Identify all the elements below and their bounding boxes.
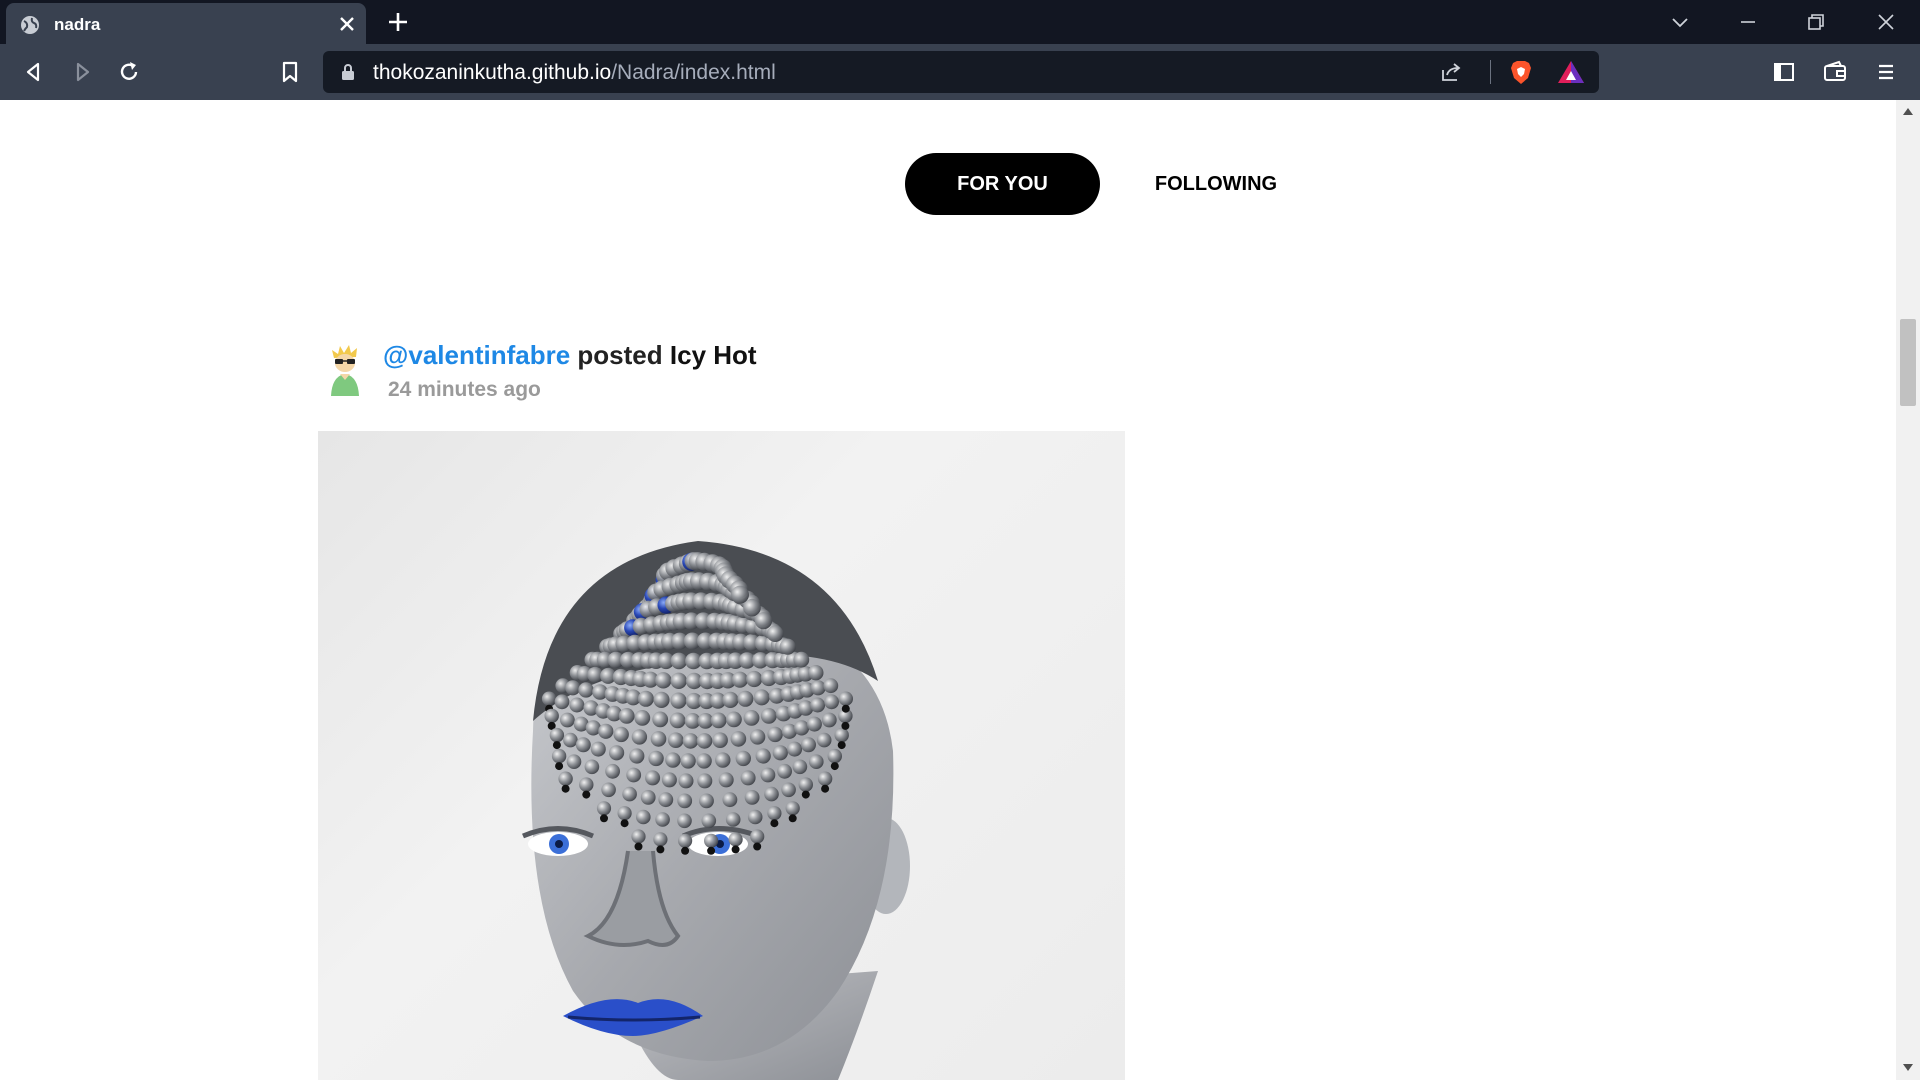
scroll-up-arrow-icon[interactable] — [1903, 108, 1913, 115]
close-window-icon[interactable] — [1874, 10, 1898, 34]
tab-following[interactable]: FOLLOWING — [1140, 153, 1292, 215]
bead-braids — [541, 552, 853, 855]
avatar[interactable] — [326, 344, 364, 396]
minimize-icon[interactable] — [1736, 10, 1760, 34]
page-scrollbar[interactable] — [1896, 100, 1920, 1080]
post-verb: posted — [577, 340, 663, 370]
post-title[interactable]: Icy Hot — [670, 340, 757, 370]
tab-title: nadra — [54, 15, 101, 34]
rewards-icon[interactable] — [1557, 59, 1585, 85]
wallet-icon[interactable] — [1821, 58, 1849, 86]
new-tab-icon[interactable] — [386, 10, 410, 34]
globe-icon — [21, 16, 39, 34]
post-header: @valentinfabre posted Icy Hot — [383, 340, 757, 371]
reload-icon[interactable] — [115, 58, 143, 86]
scroll-thumb[interactable] — [1900, 319, 1916, 406]
url-path: /Nadra/index.html — [611, 61, 776, 84]
share-icon[interactable] — [1439, 60, 1463, 84]
post-timestamp: 24 minutes ago — [388, 378, 541, 401]
username-link[interactable]: @valentinfabre — [383, 340, 570, 370]
bookmark-icon[interactable] — [276, 58, 304, 86]
browser-toolbar: thokozaninkutha.github.io/Nadra/index.ht… — [0, 44, 1920, 100]
address-bar[interactable]: thokozaninkutha.github.io/Nadra/index.ht… — [323, 51, 1599, 93]
sidebar-icon[interactable] — [1770, 58, 1798, 86]
post-image[interactable] — [318, 431, 1125, 1080]
url-text: thokozaninkutha.github.io/Nadra/index.ht… — [373, 61, 776, 85]
back-icon[interactable] — [20, 58, 48, 86]
restore-icon[interactable] — [1804, 10, 1828, 34]
brave-shields-icon[interactable] — [1507, 58, 1535, 86]
menu-icon[interactable] — [1872, 58, 1900, 86]
scroll-down-arrow-icon[interactable] — [1903, 1064, 1913, 1071]
url-divider — [1490, 60, 1491, 84]
lock-icon — [342, 64, 354, 80]
tab-for-you[interactable]: FOR YOU — [905, 153, 1100, 215]
forward-icon[interactable] — [68, 58, 96, 86]
tab-search-chevron-icon[interactable] — [1668, 10, 1692, 34]
browser-tab[interactable]: nadra — [6, 3, 366, 44]
url-domain: thokozaninkutha.github.io — [373, 61, 612, 84]
close-tab-icon[interactable] — [336, 13, 358, 35]
browser-tab-bar: nadra — [0, 0, 1920, 44]
page-content: FOR YOU FOLLOWING @valentinfabre posted … — [0, 100, 1896, 1080]
